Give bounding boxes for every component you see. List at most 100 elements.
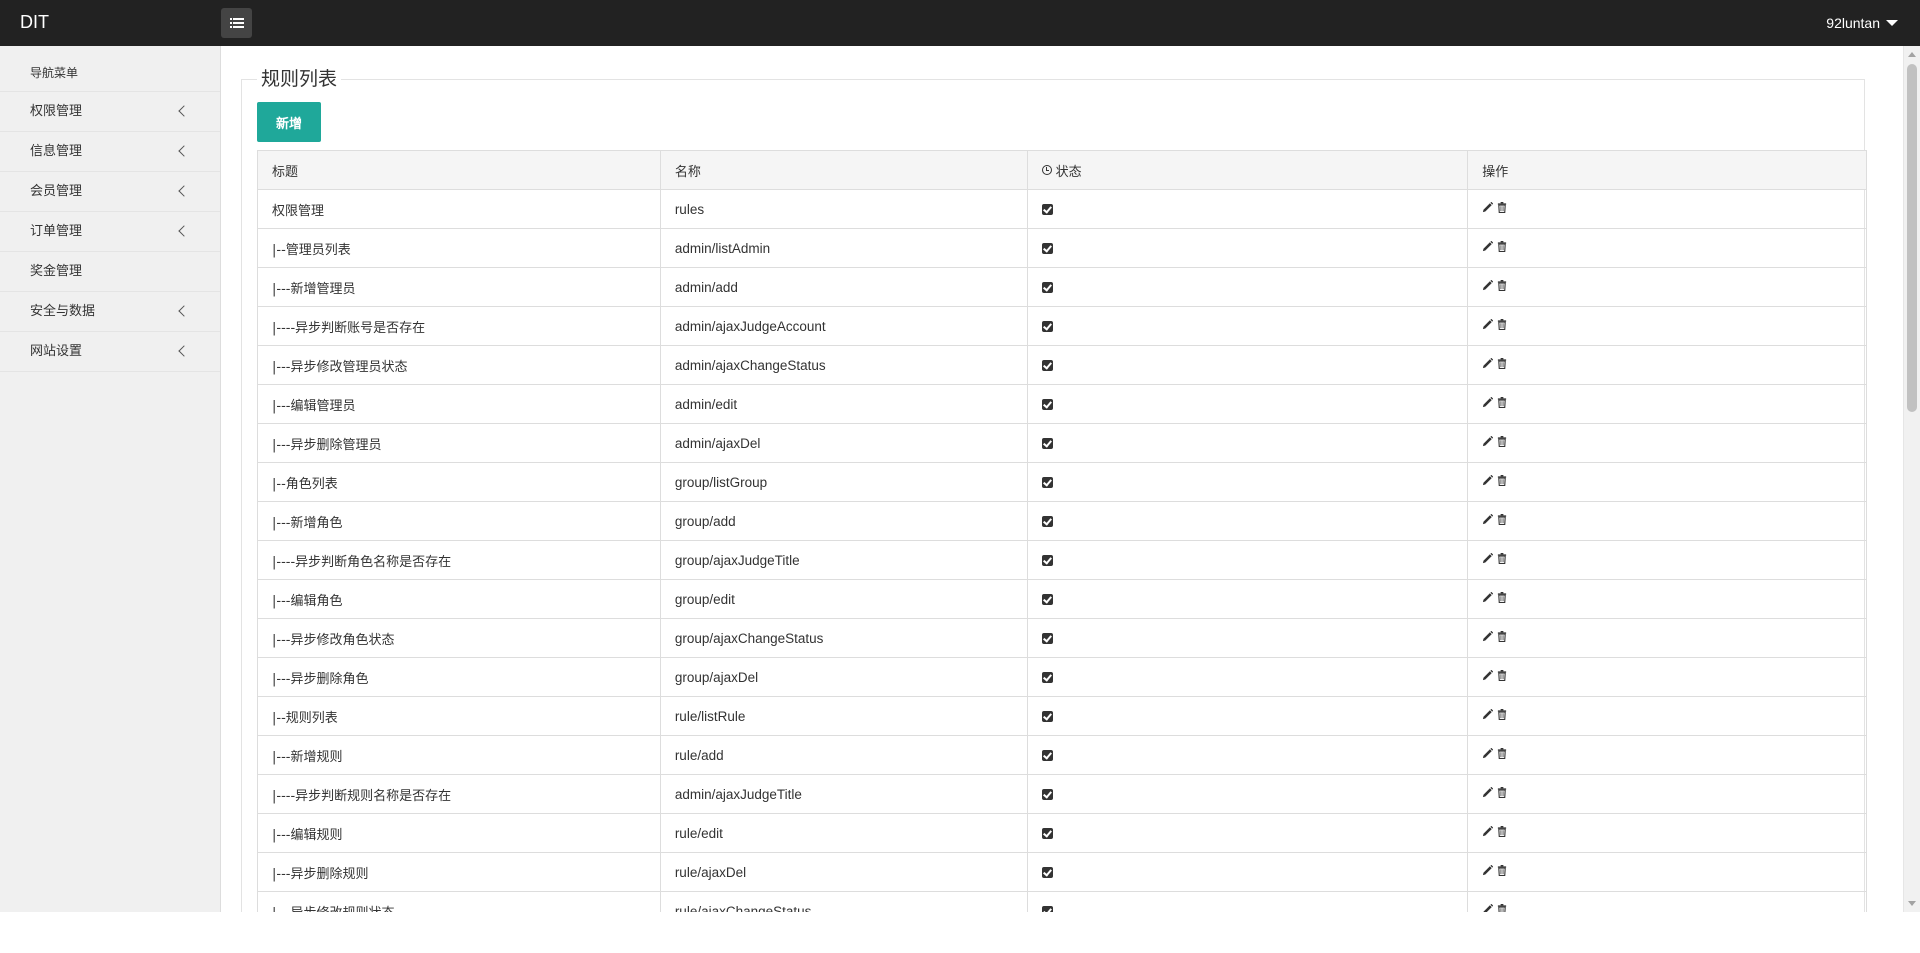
checked-checkbox-icon[interactable] bbox=[1041, 827, 1053, 839]
trash-icon[interactable] bbox=[1497, 864, 1507, 876]
rule-actions-cell bbox=[1467, 891, 1867, 913]
checked-checkbox-icon[interactable] bbox=[1041, 905, 1053, 912]
checked-checkbox-icon[interactable] bbox=[1041, 242, 1053, 254]
trash-icon[interactable] bbox=[1497, 552, 1507, 564]
checked-checkbox-icon[interactable] bbox=[1041, 554, 1053, 566]
trash-icon[interactable] bbox=[1497, 240, 1507, 252]
checked-checkbox-icon[interactable] bbox=[1041, 632, 1053, 644]
rule-actions-cell bbox=[1467, 657, 1867, 697]
checked-checkbox-icon[interactable] bbox=[1041, 398, 1053, 410]
trash-icon[interactable] bbox=[1497, 591, 1507, 603]
pencil-icon[interactable] bbox=[1482, 708, 1494, 720]
checked-checkbox-icon[interactable] bbox=[1041, 593, 1053, 605]
scroll-down-arrow-icon[interactable] bbox=[1908, 901, 1916, 906]
trash-icon[interactable] bbox=[1497, 357, 1507, 369]
checked-checkbox-icon[interactable] bbox=[1041, 749, 1053, 761]
table-row: |---编辑规则 rule/edit bbox=[257, 813, 1867, 853]
table-row: |---编辑管理员 admin/edit bbox=[257, 384, 1867, 424]
trash-icon[interactable] bbox=[1497, 669, 1507, 681]
sidebar-item-6[interactable]: 安全与数据 bbox=[0, 292, 220, 332]
rule-title-cell: |---异步删除角色 bbox=[257, 657, 661, 697]
checked-checkbox-icon[interactable] bbox=[1041, 866, 1053, 878]
checked-checkbox-icon[interactable] bbox=[1041, 476, 1053, 488]
rule-actions-cell bbox=[1467, 306, 1867, 346]
pencil-icon[interactable] bbox=[1482, 864, 1494, 876]
vertical-scrollbar[interactable] bbox=[1903, 46, 1920, 912]
rule-title-cell: |---异步修改角色状态 bbox=[257, 618, 661, 658]
pencil-icon[interactable] bbox=[1482, 513, 1494, 525]
trash-icon[interactable] bbox=[1497, 318, 1507, 330]
table-row: |--规则列表 rule/listRule bbox=[257, 696, 1867, 736]
sidebar-item-7[interactable]: 网站设置 bbox=[0, 332, 220, 372]
pencil-icon[interactable] bbox=[1482, 279, 1494, 291]
pencil-icon[interactable] bbox=[1482, 669, 1494, 681]
pencil-icon[interactable] bbox=[1482, 435, 1494, 447]
row-action-icons bbox=[1482, 318, 1507, 330]
scroll-up-arrow-icon[interactable] bbox=[1908, 52, 1916, 57]
trash-icon[interactable] bbox=[1497, 747, 1507, 759]
pencil-icon[interactable] bbox=[1482, 474, 1494, 486]
trash-icon[interactable] bbox=[1497, 201, 1507, 213]
trash-icon[interactable] bbox=[1497, 630, 1507, 642]
checked-checkbox-icon[interactable] bbox=[1041, 359, 1053, 371]
rule-title-cell: |---新增管理员 bbox=[257, 267, 661, 307]
checked-checkbox-icon[interactable] bbox=[1041, 788, 1053, 800]
rule-name-cell: admin/edit bbox=[659, 384, 1028, 424]
pencil-icon[interactable] bbox=[1482, 903, 1494, 913]
rule-status-cell bbox=[1026, 384, 1469, 424]
row-action-icons bbox=[1482, 825, 1507, 837]
rule-actions-cell bbox=[1467, 579, 1867, 619]
brand-logo[interactable]: DIT bbox=[20, 0, 49, 46]
table-row: |--管理员列表 admin/listAdmin bbox=[257, 228, 1867, 268]
checked-checkbox-icon[interactable] bbox=[1041, 203, 1053, 215]
trash-icon[interactable] bbox=[1497, 513, 1507, 525]
checked-checkbox-icon[interactable] bbox=[1041, 281, 1053, 293]
pencil-icon[interactable] bbox=[1482, 396, 1494, 408]
sidebar-item-5[interactable]: 奖金管理 bbox=[0, 252, 220, 292]
menu-toggle-button[interactable] bbox=[221, 8, 252, 38]
table-row: |---编辑角色 group/edit bbox=[257, 579, 1867, 619]
pencil-icon[interactable] bbox=[1482, 201, 1494, 213]
checked-checkbox-icon[interactable] bbox=[1041, 515, 1053, 527]
sidebar-item-2[interactable]: 信息管理 bbox=[0, 132, 220, 172]
checked-checkbox-icon[interactable] bbox=[1041, 437, 1053, 449]
rule-status-cell bbox=[1026, 696, 1469, 736]
trash-icon[interactable] bbox=[1497, 279, 1507, 291]
sidebar-item-4[interactable]: 订单管理 bbox=[0, 212, 220, 252]
sidebar-item-3[interactable]: 会员管理 bbox=[0, 172, 220, 212]
column-header-title: 标题 bbox=[257, 150, 661, 190]
top-navbar: DIT 92luntan bbox=[0, 0, 1920, 46]
pencil-icon[interactable] bbox=[1482, 747, 1494, 759]
rule-name-cell: group/ajaxChangeStatus bbox=[659, 618, 1028, 658]
table-row: |---异步删除角色 group/ajaxDel bbox=[257, 657, 1867, 697]
trash-icon[interactable] bbox=[1497, 435, 1507, 447]
pencil-icon[interactable] bbox=[1482, 630, 1494, 642]
rules-table: 标题 名称 状态 操作 权限管理 rules |--管理员列表 admin/listA… bbox=[257, 150, 1867, 912]
trash-icon[interactable] bbox=[1497, 786, 1507, 798]
rule-name-cell: group/ajaxDel bbox=[659, 657, 1028, 697]
checked-checkbox-icon[interactable] bbox=[1041, 671, 1053, 683]
pencil-icon[interactable] bbox=[1482, 786, 1494, 798]
chevron-left-icon bbox=[178, 345, 190, 357]
pencil-icon[interactable] bbox=[1482, 825, 1494, 837]
table-row: |---异步修改规则状态rule/ajaxChangeStatus bbox=[257, 891, 1867, 913]
trash-icon[interactable] bbox=[1497, 825, 1507, 837]
pencil-icon[interactable] bbox=[1482, 552, 1494, 564]
trash-icon[interactable] bbox=[1497, 474, 1507, 486]
checked-checkbox-icon[interactable] bbox=[1041, 320, 1053, 332]
scrollbar-thumb[interactable] bbox=[1907, 64, 1917, 412]
chevron-left-icon bbox=[178, 105, 190, 117]
rule-title-cell: |----异步判断角色名称是否存在 bbox=[257, 540, 661, 580]
sidebar-item-1[interactable]: 权限管理 bbox=[0, 92, 220, 132]
trash-icon[interactable] bbox=[1497, 903, 1507, 913]
trash-icon[interactable] bbox=[1497, 396, 1507, 408]
trash-icon[interactable] bbox=[1497, 708, 1507, 720]
pencil-icon[interactable] bbox=[1482, 318, 1494, 330]
pencil-icon[interactable] bbox=[1482, 240, 1494, 252]
rule-title-cell: |---编辑管理员 bbox=[257, 384, 661, 424]
pencil-icon[interactable] bbox=[1482, 591, 1494, 603]
checked-checkbox-icon[interactable] bbox=[1041, 710, 1053, 722]
user-dropdown[interactable]: 92luntan bbox=[1826, 0, 1898, 46]
pencil-icon[interactable] bbox=[1482, 357, 1494, 369]
add-rule-button[interactable]: 新增 bbox=[257, 102, 321, 142]
